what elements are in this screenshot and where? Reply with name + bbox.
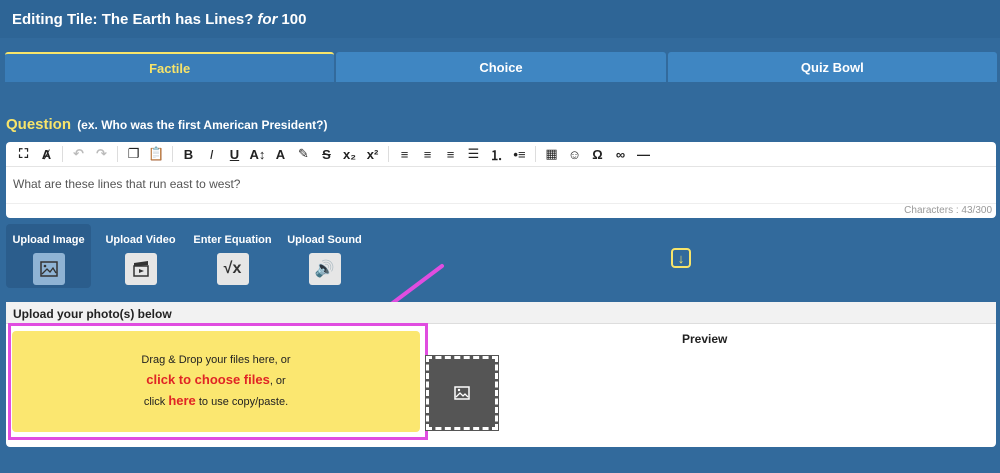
upload-panel: Upload your photo(s) below Drag & Drop y…: [6, 302, 996, 447]
editor-divider: [6, 203, 996, 204]
special-char-icon[interactable]: Ω: [586, 143, 609, 165]
align-center-icon[interactable]: ≡: [416, 143, 439, 165]
unordered-list-icon[interactable]: •≡: [508, 143, 531, 165]
title-points: 100: [281, 10, 307, 28]
dropzone-line3-suffix: to use copy/paste.: [198, 396, 289, 408]
question-hint: (ex. Who was the first American Presiden…: [77, 118, 328, 132]
text-color-icon[interactable]: A: [269, 143, 292, 165]
upload-image-label: Upload Image: [12, 234, 85, 246]
video-clapper-icon: [124, 253, 157, 285]
redo-icon[interactable]: ↷: [90, 143, 113, 165]
char-count: Characters : 43/300: [904, 205, 992, 216]
superscript-icon[interactable]: x²: [361, 143, 384, 165]
upload-sound-label: Upload Sound: [287, 234, 362, 246]
toolbar-divider: [172, 146, 173, 162]
title-for: for: [257, 10, 278, 28]
image-icon: [454, 386, 470, 400]
toolbar-divider: [388, 146, 389, 162]
file-dropzone[interactable]: Drag & Drop your files here, or click to…: [12, 331, 420, 432]
tab-choice[interactable]: Choice: [336, 52, 666, 82]
paste-here-link[interactable]: here: [168, 393, 195, 408]
question-editor: ⛶ Ⱥ ↶ ↷ ❐ 📋 B I U A↕ A ✎ S x₂ x² ≡ ≡ ≡ ☰…: [6, 142, 996, 218]
justify-icon[interactable]: ☰: [462, 143, 485, 165]
table-icon[interactable]: ▦: [540, 143, 563, 165]
tab-quiz-bowl[interactable]: Quiz Bowl: [667, 52, 997, 82]
title-bar: Editing Tile: The Earth has Lines? for 1…: [0, 0, 1000, 38]
underline-icon[interactable]: U: [223, 143, 246, 165]
upload-video-button[interactable]: Upload Video: [98, 224, 183, 288]
upload-image-button[interactable]: Upload Image: [6, 224, 91, 288]
strikethrough-icon[interactable]: S: [315, 143, 338, 165]
upload-sound-button[interactable]: Upload Sound 🔊: [282, 224, 367, 288]
toolbar-divider: [117, 146, 118, 162]
choose-files-link[interactable]: click to choose files: [146, 372, 270, 387]
clear-format-icon[interactable]: Ⱥ: [35, 143, 58, 165]
image-icon: [32, 253, 65, 285]
dropzone-line2: click to choose files, or: [146, 370, 285, 391]
fullscreen-icon[interactable]: ⛶: [12, 143, 35, 165]
align-right-icon[interactable]: ≡: [439, 143, 462, 165]
dropzone-line3-prefix: click: [143, 396, 166, 408]
page-title: Editing Tile: The Earth has Lines?: [12, 10, 254, 28]
undo-icon[interactable]: ↶: [67, 143, 90, 165]
bold-icon[interactable]: B: [177, 143, 200, 165]
speaker-icon: 🔊: [308, 253, 341, 285]
link-icon[interactable]: ∞: [609, 143, 632, 165]
emoji-icon[interactable]: ☺: [563, 143, 586, 165]
preview-label: Preview: [682, 332, 728, 346]
italic-icon[interactable]: I: [200, 143, 223, 165]
dropzone-line3: click here to use copy/paste.: [144, 391, 288, 412]
font-size-icon[interactable]: A↕: [246, 143, 269, 165]
upload-header: Upload your photo(s) below: [6, 302, 996, 324]
ordered-list-icon[interactable]: ⒈: [485, 143, 508, 165]
upload-video-label: Upload Video: [105, 234, 176, 246]
align-left-icon[interactable]: ≡: [393, 143, 416, 165]
highlight-icon[interactable]: ✎: [292, 143, 315, 165]
question-label: Question: [6, 116, 72, 133]
subscript-icon[interactable]: x₂: [338, 143, 361, 165]
tab-factile[interactable]: Factile: [5, 52, 335, 82]
image-placeholder-thumbnail: [425, 355, 499, 431]
question-text[interactable]: What are these lines that run east to we…: [6, 167, 996, 201]
question-heading: Question (ex. Who was the first American…: [6, 116, 327, 133]
editor-toolbar: ⛶ Ⱥ ↶ ↷ ❐ 📋 B I U A↕ A ✎ S x₂ x² ≡ ≡ ≡ ☰…: [6, 142, 996, 167]
horizontal-rule-icon[interactable]: —: [632, 143, 655, 165]
enter-equation-label: Enter Equation: [193, 234, 272, 246]
enter-equation-button[interactable]: Enter Equation √x: [190, 224, 275, 288]
media-options: Upload Image Upload Video Enter Equation…: [6, 224, 374, 290]
tab-bar: Factile Choice Quiz Bowl: [5, 52, 997, 82]
dropzone-line2-suffix: , or: [269, 375, 286, 387]
copy-icon[interactable]: ❐: [122, 143, 145, 165]
toolbar-divider: [535, 146, 536, 162]
paste-icon[interactable]: 📋: [145, 143, 168, 165]
download-arrow-icon[interactable]: ↓: [671, 248, 691, 268]
dropzone-line1: Drag & Drop your files here, or: [141, 354, 291, 366]
square-root-icon: √x: [216, 253, 249, 285]
toolbar-divider: [62, 146, 63, 162]
